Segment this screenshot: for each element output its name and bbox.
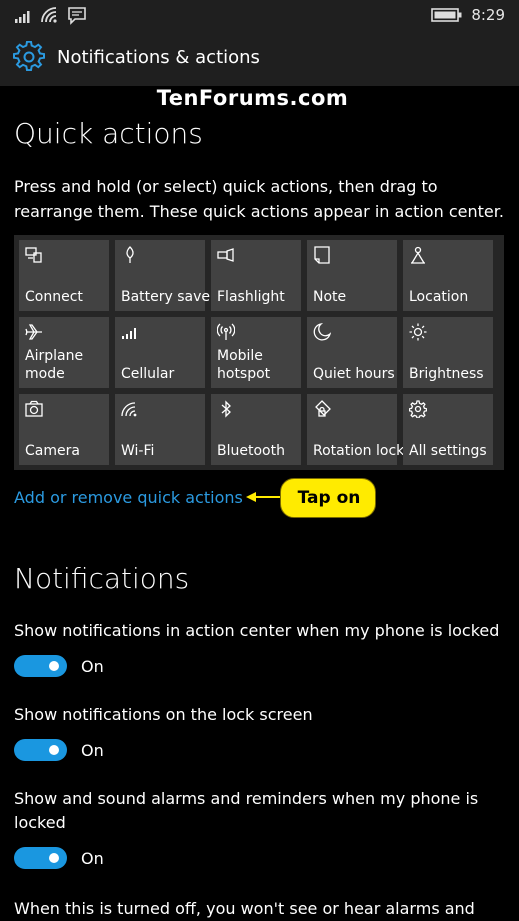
message-icon (68, 7, 86, 25)
signal-icon (15, 11, 30, 23)
tile-label: Location (409, 289, 469, 305)
gear-icon (409, 400, 427, 418)
tile-label: Rotation lock (313, 443, 405, 459)
tile-flashlight[interactable]: Flashlight (211, 240, 301, 311)
toggle-alarms-locked[interactable] (14, 847, 67, 869)
connect-icon (25, 247, 42, 263)
tile-label: Quiet hours (313, 366, 395, 382)
quick-actions-heading: Quick actions (14, 117, 203, 150)
tile-rotation-lock[interactable]: Rotation lock (307, 394, 404, 465)
notifications-heading: Notifications (14, 562, 190, 595)
tile-label: Battery saver (121, 289, 216, 305)
status-bar: 8:29 (0, 0, 519, 32)
tile-label: Mobile hotspot (217, 348, 271, 382)
quick-actions-grid: Connect Battery saver Flashlight Note Lo… (14, 235, 504, 470)
cellular-icon (122, 328, 136, 339)
camera-icon (25, 400, 43, 417)
tile-label: Camera (25, 443, 80, 459)
battery-icon (431, 8, 462, 22)
setting-label: Show notifications on the lock screen (14, 705, 313, 724)
footer-text: When this is turned off, you won't see o… (14, 899, 475, 918)
tile-connect[interactable]: Connect (19, 240, 109, 311)
gear-icon (13, 41, 45, 71)
setting-label: Show notifications in action center when… (14, 621, 500, 640)
tile-location[interactable]: Location (403, 240, 493, 311)
note-icon (314, 246, 330, 264)
tile-label: Cellular (121, 366, 175, 382)
tile-mobile-hotspot[interactable]: Mobile hotspot (211, 317, 301, 388)
tile-quiet-hours[interactable]: Quiet hours (307, 317, 397, 388)
tile-label: Airplane mode (25, 348, 84, 382)
battery-saver-icon (126, 246, 134, 263)
tile-all-settings[interactable]: All settings (403, 394, 493, 465)
toggle-knob (49, 853, 59, 863)
app-header: Notifications & actions (0, 32, 519, 86)
moon-icon (313, 323, 331, 341)
toggle-state: On (81, 741, 104, 760)
tile-battery-saver[interactable]: Battery saver (115, 240, 216, 311)
wifi-icon (121, 402, 137, 417)
tile-label: Brightness (409, 366, 484, 382)
tile-wifi[interactable]: Wi-Fi (115, 394, 205, 465)
tile-label: Wi-Fi (121, 443, 155, 459)
callout-arrow-head (246, 492, 256, 502)
tile-note[interactable]: Note (307, 240, 397, 311)
tile-brightness[interactable]: Brightness (403, 317, 493, 388)
watermark: TenForums.com (156, 86, 349, 110)
hotspot-icon (217, 323, 235, 340)
tap-on-callout: Tap on (280, 478, 376, 518)
toggle-state: On (81, 657, 104, 676)
tile-label: Connect (25, 289, 83, 305)
toggle-action-center-locked[interactable] (14, 655, 67, 677)
flashlight-icon (217, 248, 234, 262)
quick-actions-description: Press and hold (or select) quick actions… (14, 177, 504, 221)
toggle-knob (49, 661, 59, 671)
tile-label: Note (313, 289, 347, 305)
toggle-knob (49, 745, 59, 755)
tile-label: All settings (409, 443, 487, 459)
callout-text: Tap on (297, 488, 361, 508)
sun-icon (409, 323, 427, 341)
wifi-icon (41, 7, 57, 23)
page-title: Notifications & actions (57, 47, 260, 68)
toggle-state: On (81, 849, 104, 868)
setting-label: Show and sound alarms and reminders when… (14, 789, 479, 832)
tile-bluetooth[interactable]: Bluetooth (211, 394, 301, 465)
add-remove-quick-actions-link[interactable]: Add or remove quick actions (14, 488, 243, 507)
toggle-lock-screen[interactable] (14, 739, 67, 761)
tile-camera[interactable]: Camera (19, 394, 109, 465)
tile-label: Bluetooth (217, 443, 285, 459)
tile-airplane-mode[interactable]: Airplane mode (19, 317, 109, 388)
location-icon (411, 246, 425, 264)
airplane-icon (25, 324, 42, 340)
bluetooth-icon (221, 400, 231, 418)
status-time: 8:29 (471, 6, 505, 24)
tile-cellular[interactable]: Cellular (115, 317, 205, 388)
tile-label: Flashlight (217, 289, 285, 305)
rotation-lock-icon (315, 400, 331, 417)
